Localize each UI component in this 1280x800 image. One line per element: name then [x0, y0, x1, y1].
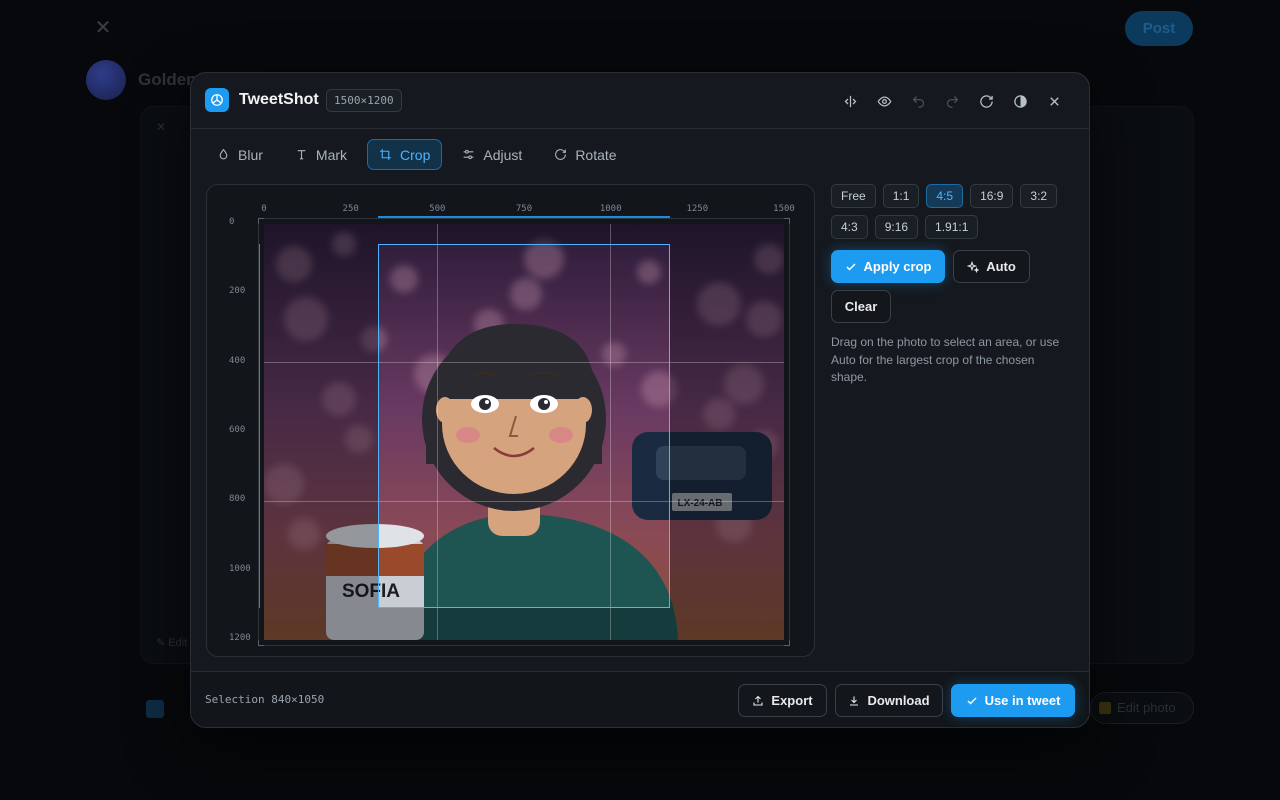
tab-adjust[interactable]: Adjust: [450, 139, 534, 170]
crop-dim-overlay: [264, 224, 784, 244]
crop-icon: [380, 149, 391, 160]
ratio-4-3[interactable]: 4:3: [831, 215, 868, 239]
tab-rotate-label: Rotate: [575, 146, 617, 163]
undo-icon[interactable]: [901, 90, 935, 112]
background-edit-photo-button: Edit photo: [1090, 692, 1194, 724]
reset-icon[interactable]: [969, 90, 1003, 112]
photo-image[interactable]: SOFIA LX-24-AB: [264, 224, 784, 640]
upload-icon: [753, 695, 763, 706]
crop-help-text: Drag on the photo to select an area, or …: [831, 335, 1060, 384]
ratio-1-91-1[interactable]: 1.91:1: [925, 215, 979, 239]
ruler-y-tick: 800: [229, 494, 246, 505]
tab-crop-label: Crop: [400, 146, 431, 163]
ratio-1-1[interactable]: 1:1: [882, 184, 920, 208]
export-button[interactable]: Export: [738, 684, 827, 717]
tool-tabs: Blur Mark Crop Adjust Rotate: [205, 139, 629, 170]
background-close-icon: ✕: [94, 17, 112, 39]
contrast-icon[interactable]: [1003, 90, 1037, 112]
rotate-icon: [555, 149, 567, 160]
modal-header: TweetShot 1500×1200: [191, 73, 1089, 129]
redo-icon[interactable]: [935, 90, 969, 112]
tab-blur[interactable]: Blur: [205, 139, 275, 170]
use-in-tweet-button[interactable]: Use in tweet: [951, 684, 1075, 717]
header-toolbar: [833, 90, 1071, 112]
crop-dim-overlay: [264, 608, 784, 640]
crop-selection-box[interactable]: [378, 244, 670, 608]
ruler-y-tick: 1000: [229, 563, 251, 574]
download-label: Download: [867, 693, 930, 708]
ratio-free[interactable]: Free: [831, 184, 876, 208]
download-icon: [850, 696, 859, 706]
clear-crop-button[interactable]: Clear: [831, 290, 891, 323]
app-title: TweetShot: [239, 91, 319, 108]
ratio-16-9[interactable]: 16:9: [970, 184, 1014, 208]
ruler-x-tick: 1250: [686, 204, 709, 214]
tab-mark-label: Mark: [315, 146, 348, 163]
sparkle-icon: [967, 260, 980, 273]
ruler-y-tick: 200: [229, 286, 246, 297]
frame-corner: [784, 640, 790, 646]
check-icon: [967, 696, 977, 705]
editor-modal: TweetShot 1500×1200 Blur Mark Crop Adjus…: [190, 72, 1090, 728]
ruler-y-tick: 1200: [229, 633, 251, 643]
ruler-x-tick: 750: [515, 204, 533, 214]
close-icon[interactable]: [1037, 90, 1071, 112]
tab-mark[interactable]: Mark: [283, 139, 359, 170]
image-dimensions-badge: 1500×1200: [326, 89, 402, 112]
auto-crop-label: Auto: [986, 259, 1016, 274]
export-label: Export: [771, 693, 813, 708]
tab-rotate[interactable]: Rotate: [542, 139, 628, 170]
ruler-y-tick: 400: [229, 355, 246, 366]
background-author-name: Golden: [138, 70, 197, 89]
tab-blur-label: Blur: [238, 146, 263, 163]
ruler-x-tick: 0: [261, 204, 267, 214]
sliders-icon: [464, 149, 474, 160]
download-button[interactable]: Download: [835, 684, 943, 717]
use-in-tweet-label: Use in tweet: [984, 693, 1061, 708]
ruler-x-tick: 500: [429, 204, 446, 214]
tab-adjust-label: Adjust: [483, 146, 523, 163]
background-edit-label: ✎ Edit: [156, 637, 188, 649]
crop-dim-overlay: [264, 244, 378, 608]
compare-split-icon[interactable]: [833, 90, 867, 112]
vertical-ruler: 0 200 400 600 800 1000 1200: [207, 185, 260, 656]
auto-crop-button[interactable]: Auto: [953, 250, 1030, 283]
tweetshot-logo-icon: [205, 88, 229, 112]
ratio-3-2[interactable]: 3:2: [1020, 184, 1058, 208]
aspect-ratio-options: Free 1:1 4:5 16:9 3:2 4:3 9:16 1.91:1: [831, 184, 1071, 239]
ratio-9-16[interactable]: 9:16: [874, 215, 919, 239]
frame-corner: [784, 218, 790, 224]
background-post-button: Post: [1125, 11, 1193, 46]
apply-crop-label: Apply crop: [863, 259, 932, 274]
ruler-x-tick: 1500: [773, 204, 795, 214]
apply-crop-button[interactable]: Apply crop: [831, 250, 945, 283]
modal-footer: Selection 840×1050 Export Download Use i…: [191, 671, 1089, 727]
preview-eye-icon[interactable]: [867, 90, 901, 112]
text-icon: [297, 150, 306, 160]
horizontal-ruler: 0 250 500 750 1000 1250 1500: [207, 185, 814, 218]
crop-canvas: 0 250 500 750 1000 1250 1500 0 200 400 6…: [206, 184, 815, 657]
selection-size: Selection 840×1050: [205, 693, 325, 706]
ruler-x-tick: 250: [342, 204, 359, 214]
ruler-y-tick: 0: [229, 217, 235, 227]
background-media-icon: [146, 700, 164, 718]
frame-corner: [258, 640, 264, 646]
check-icon: [846, 262, 856, 271]
clear-crop-label: Clear: [844, 299, 878, 314]
background-avatar: [86, 60, 126, 100]
droplet-icon: [219, 148, 228, 160]
ratio-4-5[interactable]: 4:5: [926, 184, 964, 208]
background-remove-icon: ✕: [156, 120, 167, 134]
ruler-x-tick: 1000: [599, 204, 622, 214]
ruler-y-tick: 600: [229, 425, 246, 435]
tab-crop[interactable]: Crop: [367, 139, 443, 170]
crop-dim-overlay: [670, 244, 784, 608]
